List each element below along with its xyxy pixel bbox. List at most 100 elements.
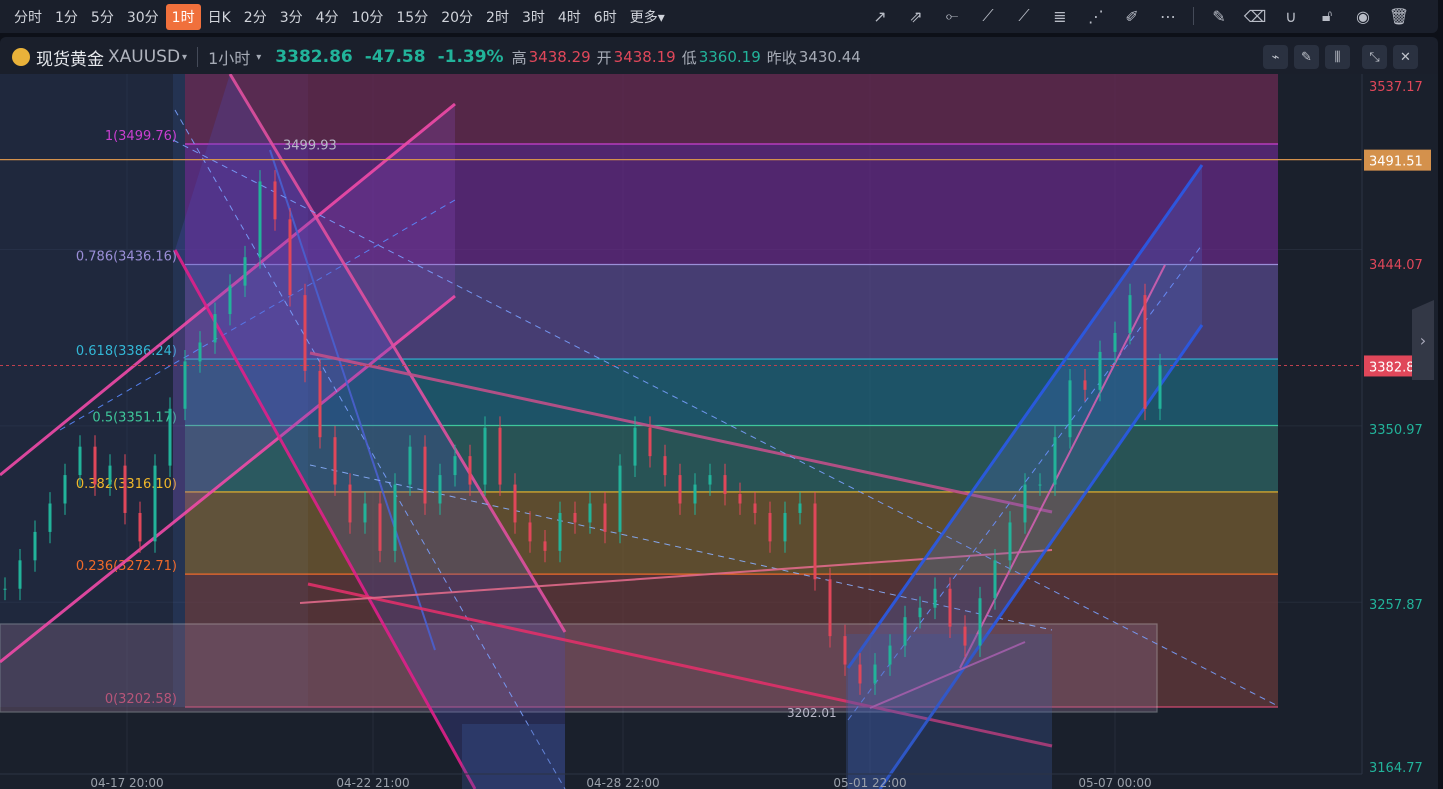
timeframe-6[interactable]: 2分 <box>238 4 273 30</box>
eye-icon[interactable]: ◉ <box>1352 5 1374 27</box>
selection-zone <box>0 74 173 707</box>
candle-body <box>1143 295 1147 409</box>
more-icon[interactable]: ⋯ <box>1157 5 1179 27</box>
trash-icon[interactable]: 🗑︎ <box>1388 5 1410 27</box>
price-axis-label: 3444.07 <box>1369 258 1423 273</box>
timeframe-0[interactable]: 分时 <box>8 4 48 30</box>
eraser-icon[interactable]: ⌫ <box>1244 5 1267 27</box>
candle-body <box>798 503 802 513</box>
divider <box>197 47 199 67</box>
candle-body <box>933 588 937 608</box>
timeframe-2[interactable]: 5分 <box>85 4 120 30</box>
symbol-name[interactable]: 现货黄金 <box>36 45 104 70</box>
timeframe-9[interactable]: 10分 <box>346 4 390 30</box>
chevron-right-icon[interactable]: › <box>1412 300 1434 380</box>
interval-dropdown-icon[interactable]: ▾ <box>256 52 261 63</box>
candle-body <box>693 484 697 504</box>
candle-body <box>978 598 982 646</box>
chart-canvas[interactable]: 1(3499.76) 0.786(3436.16) 0.618(3386.24) 0.… <box>0 74 1443 789</box>
last-price: 3382.86 <box>275 47 353 67</box>
timeframe-7[interactable]: 3分 <box>274 4 309 30</box>
selection-zone <box>462 724 565 789</box>
candle-body <box>288 219 292 296</box>
high-marker: 3499.93 <box>283 139 337 154</box>
draw-button[interactable]: ✎ <box>1294 45 1319 69</box>
close-icon[interactable]: ✕ <box>1393 45 1418 69</box>
candle-body <box>828 579 832 637</box>
price-change: -47.58 <box>364 47 426 67</box>
timeframe-16[interactable]: 更多▾ <box>624 4 671 30</box>
interval-select[interactable]: 1小时 <box>208 45 250 69</box>
unlock-icon[interactable]: 🔓︎ <box>1316 5 1338 27</box>
candle-body <box>888 645 892 665</box>
symbol-dropdown-icon[interactable]: ▾ <box>182 52 187 63</box>
timeframe-11[interactable]: 20分 <box>435 4 479 30</box>
candle-body <box>318 370 322 438</box>
high-label: 高 <box>511 48 527 67</box>
candle-body <box>603 503 607 532</box>
candle-body <box>963 626 967 646</box>
candle-body <box>153 465 157 542</box>
timeframe-5[interactable]: 日K <box>202 4 237 30</box>
symbol-code[interactable]: XAUUSD <box>108 47 180 67</box>
timeframe-14[interactable]: 4时 <box>552 4 587 30</box>
candle-body <box>873 664 877 684</box>
candle-body <box>633 427 637 466</box>
trend-line-icon[interactable]: ↗ <box>869 5 891 27</box>
timeframe-12[interactable]: 2时 <box>480 4 515 30</box>
ray-icon[interactable]: ⇗ <box>905 5 927 27</box>
segment-icon[interactable]: ⟋ <box>977 5 999 27</box>
edit-icon[interactable]: ✎ <box>1208 5 1230 27</box>
gann-fan-icon[interactable]: ⋰ <box>1085 5 1107 27</box>
candle-body <box>243 257 247 286</box>
candle-body <box>1158 365 1162 409</box>
extended-line-icon[interactable]: ⟋ <box>1013 5 1035 27</box>
candle-body <box>543 541 547 551</box>
candle-body <box>1098 351 1102 390</box>
timeframe-10[interactable]: 15分 <box>390 4 434 30</box>
timeframe-3[interactable]: 30分 <box>121 4 165 30</box>
candle-body <box>843 636 847 665</box>
timeframe-1[interactable]: 1分 <box>49 4 84 30</box>
fib-level-label: 0.618(3386.24) <box>76 344 177 359</box>
chart-type-button[interactable]: ⫼ <box>1325 45 1350 69</box>
price-chart[interactable]: 1(3499.76) 0.786(3436.16) 0.618(3386.24) 0.… <box>0 74 1438 789</box>
candle-body <box>183 361 187 409</box>
candle-body <box>708 475 712 485</box>
timeframe-toolbar: 分时 1分 5分 30分 1时 日K 2分 3分 4分 10分 15分 20分 2时 3时 4时 6时 更多▾ ↗… <box>0 0 1438 33</box>
candle-body <box>858 664 862 684</box>
candle-body <box>78 446 82 476</box>
candle-body <box>783 512 787 542</box>
timeframe-4[interactable]: 1时 <box>165 3 201 30</box>
candle-body <box>168 408 172 466</box>
timeframe-8[interactable]: 4分 <box>310 4 345 30</box>
candle-body <box>33 531 37 561</box>
fib-zone <box>185 74 1278 144</box>
horizontal-line-icon[interactable]: ⟜ <box>941 5 963 27</box>
divider <box>1193 7 1194 25</box>
fibonacci-icon[interactable]: ≣ <box>1049 5 1071 27</box>
timeframe-13[interactable]: 3时 <box>516 4 551 30</box>
indicator-button[interactable]: ⌁ <box>1263 45 1288 69</box>
candle-body <box>918 607 922 618</box>
candle-body <box>948 588 952 627</box>
candle-body <box>1083 380 1087 390</box>
low-value: 3360.19 <box>698 48 761 66</box>
candle-body <box>228 285 232 315</box>
low-marker: 3202.01 <box>787 706 837 720</box>
timeframe-15[interactable]: 6时 <box>588 4 623 30</box>
collapse-button[interactable]: ⤡ <box>1362 45 1387 69</box>
candle-body <box>723 475 727 495</box>
candle-body <box>213 314 217 343</box>
candle-body <box>363 503 367 523</box>
candle-body <box>753 503 757 513</box>
magnet-icon[interactable]: ∪ <box>1280 5 1302 27</box>
candle-body <box>123 465 127 513</box>
candle-body <box>1068 380 1072 438</box>
candle-body <box>738 494 742 504</box>
candle-body <box>438 475 442 504</box>
prev-close-value: 3430.44 <box>798 48 861 66</box>
candle-body <box>273 181 277 220</box>
candle-body <box>1128 295 1132 333</box>
brush-icon[interactable]: ✐ <box>1121 5 1143 27</box>
